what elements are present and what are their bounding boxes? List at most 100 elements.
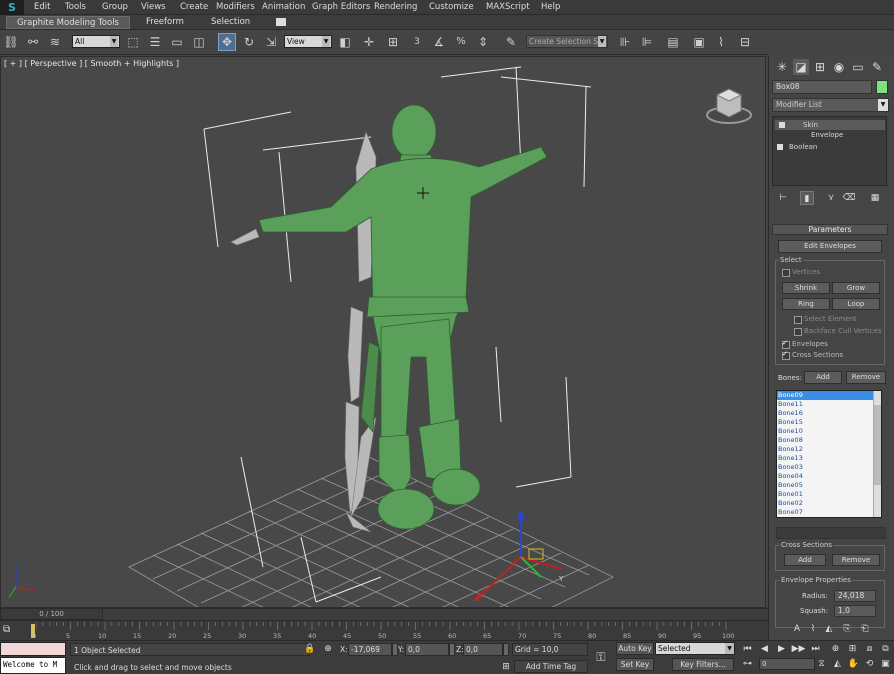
keyboard-shortcut-icon[interactable]: ⊞ bbox=[384, 33, 402, 51]
manipulate-icon[interactable]: ✛ bbox=[360, 33, 378, 51]
select-element-checkbox[interactable]: Select Element bbox=[794, 315, 857, 324]
radius-field[interactable]: 24,018 bbox=[834, 590, 876, 602]
list-item[interactable]: Bone07 bbox=[777, 508, 881, 517]
envelope-visible-icon[interactable]: ⌇ bbox=[806, 622, 820, 636]
menu-create[interactable]: Create bbox=[180, 0, 208, 15]
layer-manager-icon[interactable]: ▤ bbox=[664, 33, 682, 51]
x-coord-field[interactable]: -17,069 bbox=[348, 643, 392, 656]
list-item[interactable]: Bone16 bbox=[777, 409, 881, 418]
zoom-all-icon[interactable]: ⊞ bbox=[845, 642, 860, 656]
next-frame-icon[interactable]: ▶▶ bbox=[791, 642, 806, 656]
ring-button[interactable]: Ring bbox=[782, 298, 830, 310]
remove-bone-button[interactable]: Remove bbox=[846, 371, 886, 384]
list-item[interactable]: Bone10 bbox=[777, 427, 881, 436]
abs-relative-toggle-icon[interactable]: ⊕ bbox=[322, 642, 334, 656]
copy-envelope-icon[interactable]: ⎘ bbox=[840, 622, 854, 636]
tab-freeform[interactable]: Freeform bbox=[140, 16, 190, 29]
time-tag-icon[interactable]: ⊞ bbox=[500, 660, 512, 674]
viewport-label[interactable]: [ + ] [ Perspective ] [ Smooth + Highlig… bbox=[4, 59, 179, 68]
mini-curve-editor-icon[interactable]: ⧉ bbox=[3, 624, 17, 636]
graphite-toggle-icon[interactable]: ▣ bbox=[690, 33, 708, 51]
field-of-view-icon[interactable]: ◭ bbox=[830, 657, 845, 671]
move-gizmo[interactable]: Y bbox=[473, 509, 564, 602]
mirror-icon[interactable]: ⊪ bbox=[616, 33, 634, 51]
hierarchy-tab-icon[interactable]: ⊞ bbox=[812, 59, 828, 75]
angle-snap-icon[interactable]: ∡ bbox=[430, 33, 448, 51]
parameters-rollout[interactable]: Parameters bbox=[772, 224, 888, 235]
cross-sections-checkbox[interactable]: Cross Sections bbox=[782, 350, 843, 360]
pan-view-icon[interactable]: ✋ bbox=[846, 657, 861, 671]
unlink-icon[interactable]: ⚯ bbox=[24, 33, 42, 51]
maximize-viewport-icon[interactable]: ▣ bbox=[878, 657, 893, 671]
motion-tab-icon[interactable]: ◉ bbox=[831, 59, 847, 75]
schematic-view-icon[interactable]: ⊟ bbox=[736, 33, 754, 51]
key-mode-toggle-icon[interactable]: ⊶ bbox=[740, 657, 755, 671]
configure-sets-icon[interactable]: ▦ bbox=[868, 191, 882, 205]
stack-item-skin[interactable]: Skin bbox=[775, 120, 885, 130]
bind-space-warp-icon[interactable]: ≋ bbox=[46, 33, 64, 51]
lock-selection-icon[interactable]: 🔒 bbox=[304, 642, 316, 656]
grow-button[interactable]: Grow bbox=[832, 282, 880, 294]
menu-rendering[interactable]: Rendering bbox=[374, 0, 417, 15]
track-bar[interactable]: ⧉ 0 5 10 15 20 25 30 35 40 45 50 55 60 6… bbox=[0, 620, 768, 640]
viewcube[interactable] bbox=[705, 81, 753, 127]
menu-group[interactable]: Group bbox=[102, 0, 128, 15]
orbit-icon[interactable]: ⟲ bbox=[862, 657, 877, 671]
move-tool-icon[interactable]: ✥ bbox=[218, 33, 236, 51]
maxscript-mini-listener[interactable]: Welcome to M bbox=[0, 657, 66, 674]
light-bulb-icon[interactable] bbox=[779, 122, 785, 128]
edit-envelopes-button[interactable]: Edit Envelopes bbox=[778, 240, 882, 253]
menu-modifiers[interactable]: Modifiers bbox=[216, 0, 255, 15]
z-spinner[interactable] bbox=[503, 643, 509, 656]
auto-key-target-dropdown[interactable]: Selected ▼ bbox=[655, 642, 735, 655]
perspective-viewport[interactable]: Y [ + ] [ Perspective ] [ Smooth + Highl… bbox=[0, 56, 766, 608]
display-tab-icon[interactable]: ▭ bbox=[850, 59, 866, 75]
ref-coord-dropdown[interactable]: View ▼ bbox=[284, 35, 332, 48]
select-object-icon[interactable]: ⬚ bbox=[124, 33, 142, 51]
selection-filter-dropdown[interactable]: All ▼ bbox=[72, 35, 120, 48]
snap-toggle-icon[interactable]: 3 bbox=[408, 33, 426, 51]
y-spinner[interactable] bbox=[449, 643, 455, 656]
menu-graph-editors[interactable]: Graph Editors bbox=[312, 0, 370, 15]
window-crossing-icon[interactable]: ◫ bbox=[190, 33, 208, 51]
edit-named-sel-icon[interactable]: ✎ bbox=[502, 33, 520, 51]
time-slider-track[interactable] bbox=[103, 608, 768, 620]
menu-views[interactable]: Views bbox=[141, 0, 166, 15]
envelopes-checkbox[interactable]: Envelopes bbox=[782, 339, 828, 349]
menu-edit[interactable]: Edit bbox=[34, 0, 50, 15]
list-item[interactable]: Bone12 bbox=[777, 445, 881, 454]
backface-cull-checkbox[interactable]: Backface Cull Vertices bbox=[794, 327, 882, 336]
shrink-button[interactable]: Shrink bbox=[782, 282, 830, 294]
stack-item-envelope[interactable]: Envelope bbox=[775, 130, 843, 140]
utilities-tab-icon[interactable]: ✎ bbox=[869, 59, 885, 75]
zoom-icon[interactable]: ⊕ bbox=[828, 642, 843, 656]
rotate-tool-icon[interactable]: ↻ bbox=[240, 33, 258, 51]
cross-section-add-button[interactable]: Add bbox=[784, 554, 826, 566]
show-end-result-icon[interactable]: ▮ bbox=[800, 191, 814, 205]
tab-selection[interactable]: Selection bbox=[205, 16, 256, 29]
ribbon-minimize-icon[interactable] bbox=[276, 18, 286, 26]
menu-customize[interactable]: Customize bbox=[429, 0, 474, 15]
list-item[interactable]: Bone05 bbox=[777, 481, 881, 490]
paste-envelope-icon[interactable]: ⎗ bbox=[858, 622, 872, 636]
align-icon[interactable]: ⊫ bbox=[638, 33, 656, 51]
previous-frame-icon[interactable]: ◀ bbox=[757, 642, 772, 656]
set-key-button[interactable]: Set Key bbox=[616, 658, 654, 671]
auto-key-button[interactable]: Auto Key bbox=[616, 642, 654, 655]
object-color-swatch[interactable] bbox=[876, 80, 888, 94]
current-frame-field[interactable]: 0 bbox=[759, 658, 815, 670]
add-bone-button[interactable]: Add bbox=[804, 371, 842, 384]
list-item[interactable]: Bone15 bbox=[777, 418, 881, 427]
go-to-start-icon[interactable]: ⏮ bbox=[740, 642, 755, 656]
make-unique-icon[interactable]: ⋎ bbox=[824, 191, 838, 205]
bone-name-field[interactable] bbox=[776, 527, 886, 539]
curve-editor-icon[interactable]: ⌇ bbox=[712, 33, 730, 51]
list-item[interactable]: Bone09 bbox=[777, 391, 881, 400]
list-item[interactable]: Bone01 bbox=[777, 490, 881, 499]
percent-snap-icon[interactable]: % bbox=[452, 33, 470, 51]
menu-help[interactable]: Help bbox=[541, 0, 560, 15]
modify-tab-icon[interactable]: ◪ bbox=[793, 59, 809, 75]
vertices-checkbox[interactable]: Vertices bbox=[782, 268, 820, 277]
scale-tool-icon[interactable]: ⇲ bbox=[262, 33, 280, 51]
key-filters-button[interactable]: Key Filters... bbox=[672, 658, 734, 671]
